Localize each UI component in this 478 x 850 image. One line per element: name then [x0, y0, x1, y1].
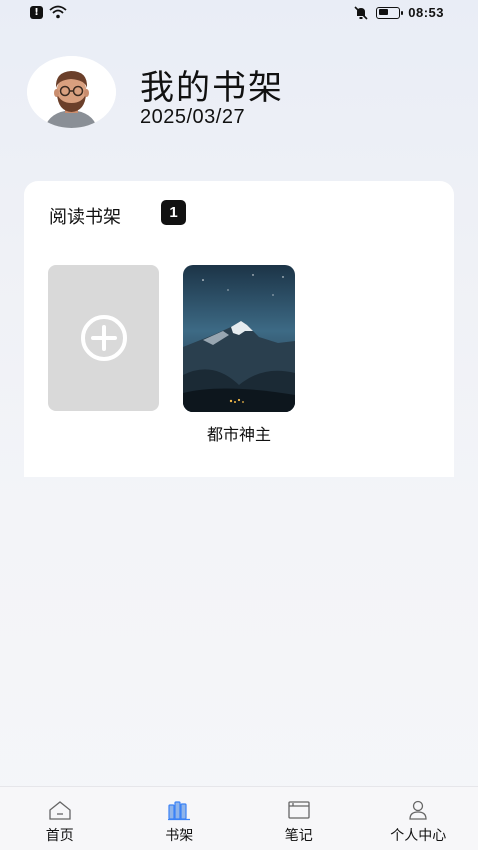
add-circle-icon	[80, 315, 127, 361]
nav-item-bookshelf[interactable]: 书架	[120, 787, 240, 850]
status-time: 08:53	[408, 5, 444, 20]
nav-item-home[interactable]: 首页	[0, 787, 120, 850]
alert-icon: !	[30, 5, 43, 19]
nav-label-home: 首页	[45, 828, 74, 844]
book-cover[interactable]	[183, 265, 295, 412]
home-icon	[49, 801, 71, 820]
profile-icon	[409, 800, 427, 820]
book-count-badge: 1	[161, 200, 186, 225]
page-title: 我的书架	[140, 68, 284, 108]
nav-label-bookshelf: 书架	[165, 828, 194, 844]
shelf-card: 阅读书架 1 都市神主	[24, 181, 454, 477]
page-date: 2025/03/27	[140, 106, 246, 128]
status-bar-left: !	[30, 5, 67, 19]
battery-level	[378, 9, 388, 15]
nav-label-notes: 笔记	[284, 828, 313, 844]
status-bar-right: 08:53	[354, 5, 444, 20]
avatar-icon[interactable]	[27, 56, 116, 128]
status-bar: ! 08:53	[0, 0, 478, 28]
mute-icon	[354, 5, 368, 20]
nav-item-profile[interactable]: 个人中心	[359, 787, 478, 850]
battery-icon	[376, 6, 404, 19]
shelf-title: 阅读书架	[49, 207, 121, 228]
add-book-button[interactable]	[48, 265, 159, 411]
notes-icon	[288, 801, 310, 819]
wifi-icon	[49, 5, 67, 19]
bookshelf-icon	[168, 801, 191, 821]
nav-item-notes[interactable]: 笔记	[239, 787, 359, 850]
mountain-night-cover	[183, 265, 295, 412]
book-title[interactable]: 都市神主	[183, 421, 295, 445]
bottom-nav: 首页 书架 笔记 个人中心	[0, 786, 478, 850]
nav-label-profile: 个人中心	[390, 828, 447, 844]
